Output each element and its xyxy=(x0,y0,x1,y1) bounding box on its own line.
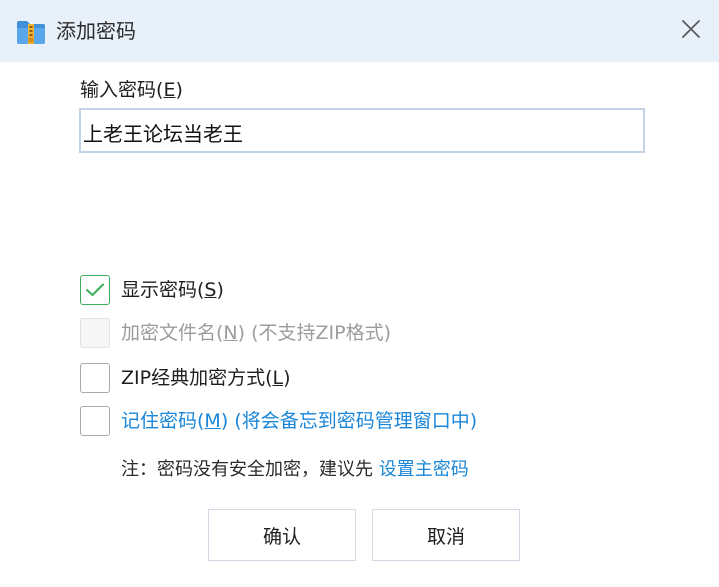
zip-classic-encryption-option[interactable]: ZIP经典加密方式(L) xyxy=(80,362,291,394)
show-password-checkbox[interactable] xyxy=(80,275,110,305)
check-icon xyxy=(86,283,104,296)
password-label: 输入密码(E) xyxy=(80,76,183,104)
close-button[interactable] xyxy=(675,15,707,47)
zip-classic-encryption-text: ZIP经典加密方式( xyxy=(121,367,273,389)
title-bar: 添加密码 xyxy=(0,0,719,62)
encrypt-filenames-hotkey: N xyxy=(223,322,238,344)
show-password-text: 显示密码( xyxy=(121,279,205,301)
remember-password-checkbox[interactable] xyxy=(80,406,110,436)
password-label-paren-close: ) xyxy=(175,79,183,101)
encrypt-filenames-text-after: ) (不支持ZIP格式) xyxy=(237,322,391,344)
zip-classic-encryption-hotkey: L xyxy=(272,367,284,389)
show-password-label: 显示密码(S) xyxy=(121,276,224,304)
security-note: 注：密码没有安全加密，建议先 设置主密码 xyxy=(121,456,469,484)
zip-classic-encryption-label: ZIP经典加密方式(L) xyxy=(121,364,291,392)
encrypt-filenames-label: 加密文件名(N) (不支持ZIP格式) xyxy=(121,319,391,347)
remember-password-option[interactable]: 记住密码(M) (将会备忘到密码管理窗口中) xyxy=(80,405,477,437)
show-password-hotkey: S xyxy=(204,279,217,301)
close-icon xyxy=(680,18,702,44)
encrypt-filenames-checkbox xyxy=(80,318,110,348)
encrypt-filenames-text: 加密文件名( xyxy=(121,322,224,344)
show-password-text-after: ) xyxy=(216,279,224,301)
add-password-dialog: 添加密码 输入密码(E) 显示密码(S) 加密文件名(N) (不支持ZIP格式)… xyxy=(0,0,719,587)
password-label-text: 输入密码 xyxy=(80,79,157,101)
remember-password-text: 记住密码( xyxy=(121,410,205,432)
remember-password-hotkey: M xyxy=(204,410,221,432)
security-note-text: 注：密码没有安全加密，建议先 xyxy=(121,459,379,480)
encrypt-filenames-option: 加密文件名(N) (不支持ZIP格式) xyxy=(80,317,391,349)
remember-password-text-after: ) (将会备忘到密码管理窗口中) xyxy=(220,410,478,432)
password-input[interactable] xyxy=(79,108,645,153)
zip-classic-encryption-checkbox[interactable] xyxy=(80,363,110,393)
remember-password-label: 记住密码(M) (将会备忘到密码管理窗口中) xyxy=(121,407,477,435)
set-master-password-link[interactable]: 设置主密码 xyxy=(379,459,469,480)
zip-classic-encryption-text-after: ) xyxy=(283,367,291,389)
cancel-button[interactable]: 取消 xyxy=(372,509,520,561)
show-password-option[interactable]: 显示密码(S) xyxy=(80,274,224,306)
window-title: 添加密码 xyxy=(56,19,136,43)
password-label-hotkey: E xyxy=(163,79,176,101)
confirm-button[interactable]: 确认 xyxy=(208,509,356,561)
archive-app-icon xyxy=(16,19,46,45)
